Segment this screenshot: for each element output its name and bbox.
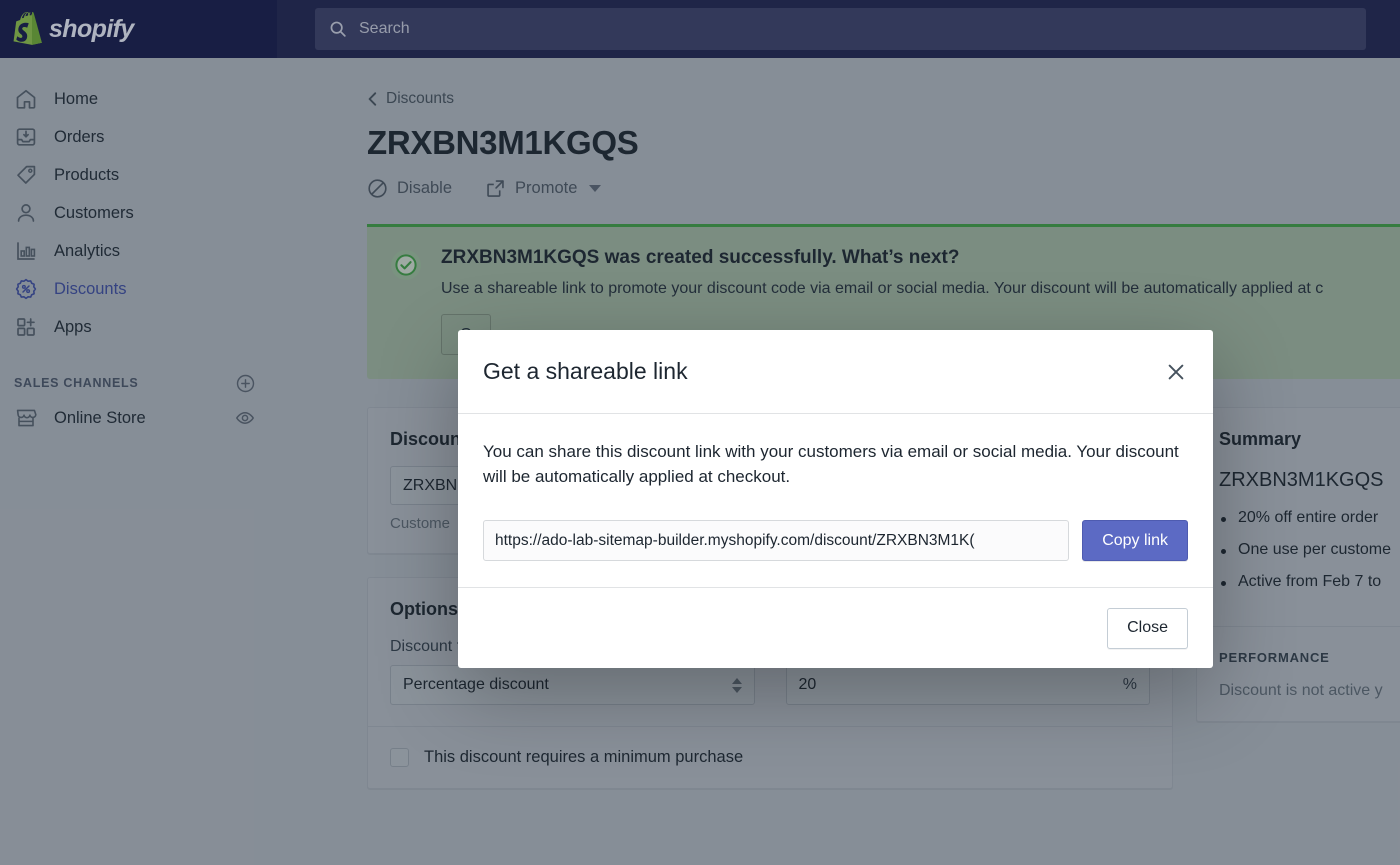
copy-link-button[interactable]: Copy link [1082,520,1188,562]
share-link-row: https://ado-lab-sitemap-builder.myshopif… [483,520,1188,562]
share-url-input[interactable]: https://ado-lab-sitemap-builder.myshopif… [483,520,1070,562]
shareable-link-modal: Get a shareable link You can share this … [458,330,1213,668]
modal-description: You can share this discount link with yo… [483,442,1179,486]
modal-header: Get a shareable link [458,330,1213,414]
modal-footer: Close [458,587,1213,668]
modal-title: Get a shareable link [483,358,688,384]
close-button[interactable]: Close [1107,607,1188,649]
close-x-icon[interactable] [1164,360,1188,384]
modal-body: You can share this discount link with yo… [458,414,1213,587]
